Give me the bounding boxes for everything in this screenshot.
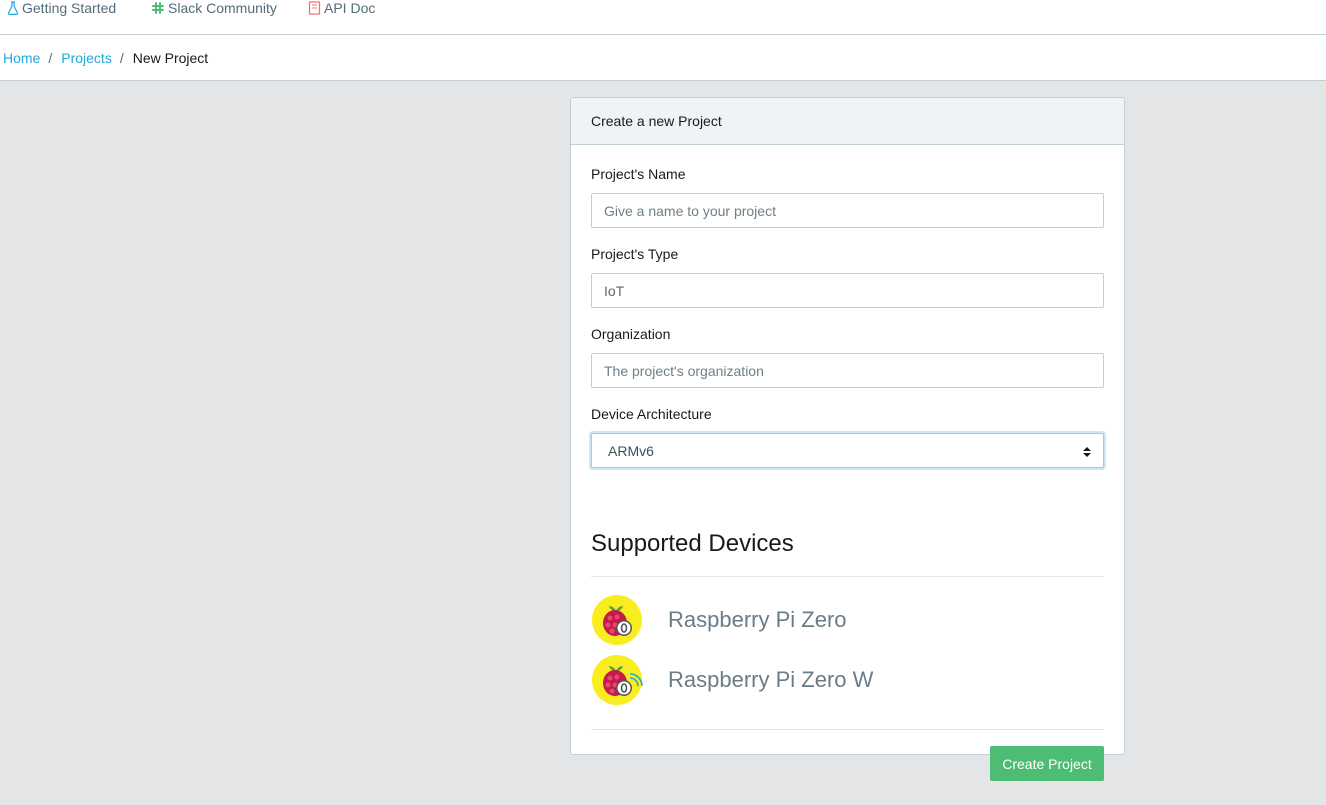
api-doc-link[interactable]: API Doc bbox=[308, 0, 375, 18]
create-project-button[interactable]: Create Project bbox=[990, 746, 1104, 781]
slack-icon bbox=[151, 1, 165, 15]
organization-input[interactable] bbox=[591, 353, 1104, 388]
breadcrumb-separator: / bbox=[119, 49, 124, 66]
card-header: Create a new Project bbox=[571, 98, 1124, 145]
device-architecture-value: ARMv6 bbox=[608, 442, 654, 459]
getting-started-label: Getting Started bbox=[22, 0, 117, 16]
breadcrumb-home[interactable]: Home bbox=[3, 50, 40, 66]
device-item: Raspberry Pi Zero bbox=[591, 594, 847, 646]
breadcrumb: Home / Projects / New Project bbox=[0, 35, 1326, 81]
supported-devices-title: Supported Devices bbox=[591, 530, 794, 557]
device-architecture-label: Device Architecture bbox=[591, 406, 712, 422]
device-architecture-select[interactable]: ARMv6 bbox=[591, 433, 1104, 468]
divider bbox=[591, 576, 1104, 577]
create-project-card: Create a new Project Project's Name Proj… bbox=[570, 97, 1125, 781]
project-name-label: Project's Name bbox=[591, 166, 686, 182]
getting-started-link[interactable]: Getting Started bbox=[7, 0, 116, 18]
slack-community-link[interactable]: Slack Community bbox=[151, 0, 277, 18]
organization-label: Organization bbox=[591, 326, 671, 342]
breadcrumb-projects[interactable]: Projects bbox=[61, 50, 112, 66]
divider bbox=[591, 729, 1104, 730]
book-icon bbox=[308, 1, 321, 15]
project-type-label: Project's Type bbox=[591, 246, 679, 262]
api-doc-label: API Doc bbox=[324, 0, 376, 16]
flask-icon bbox=[7, 1, 19, 15]
device-name: Raspberry Pi Zero bbox=[668, 607, 847, 632]
select-arrows-icon bbox=[1083, 445, 1091, 457]
card-title: Create a new Project bbox=[591, 113, 722, 129]
raspberry-pi-zero-w-icon bbox=[591, 654, 643, 706]
project-name-input[interactable] bbox=[591, 193, 1104, 228]
device-item: Raspberry Pi Zero W bbox=[591, 654, 873, 706]
breadcrumb-current: New Project bbox=[132, 49, 209, 66]
slack-community-label: Slack Community bbox=[168, 0, 277, 16]
device-name: Raspberry Pi Zero W bbox=[668, 667, 874, 692]
raspberry-pi-zero-icon bbox=[591, 594, 643, 646]
project-type-input[interactable] bbox=[591, 273, 1104, 308]
top-navbar: Getting Started Slack Community API Doc bbox=[0, 0, 1326, 35]
breadcrumb-separator: / bbox=[48, 49, 53, 66]
